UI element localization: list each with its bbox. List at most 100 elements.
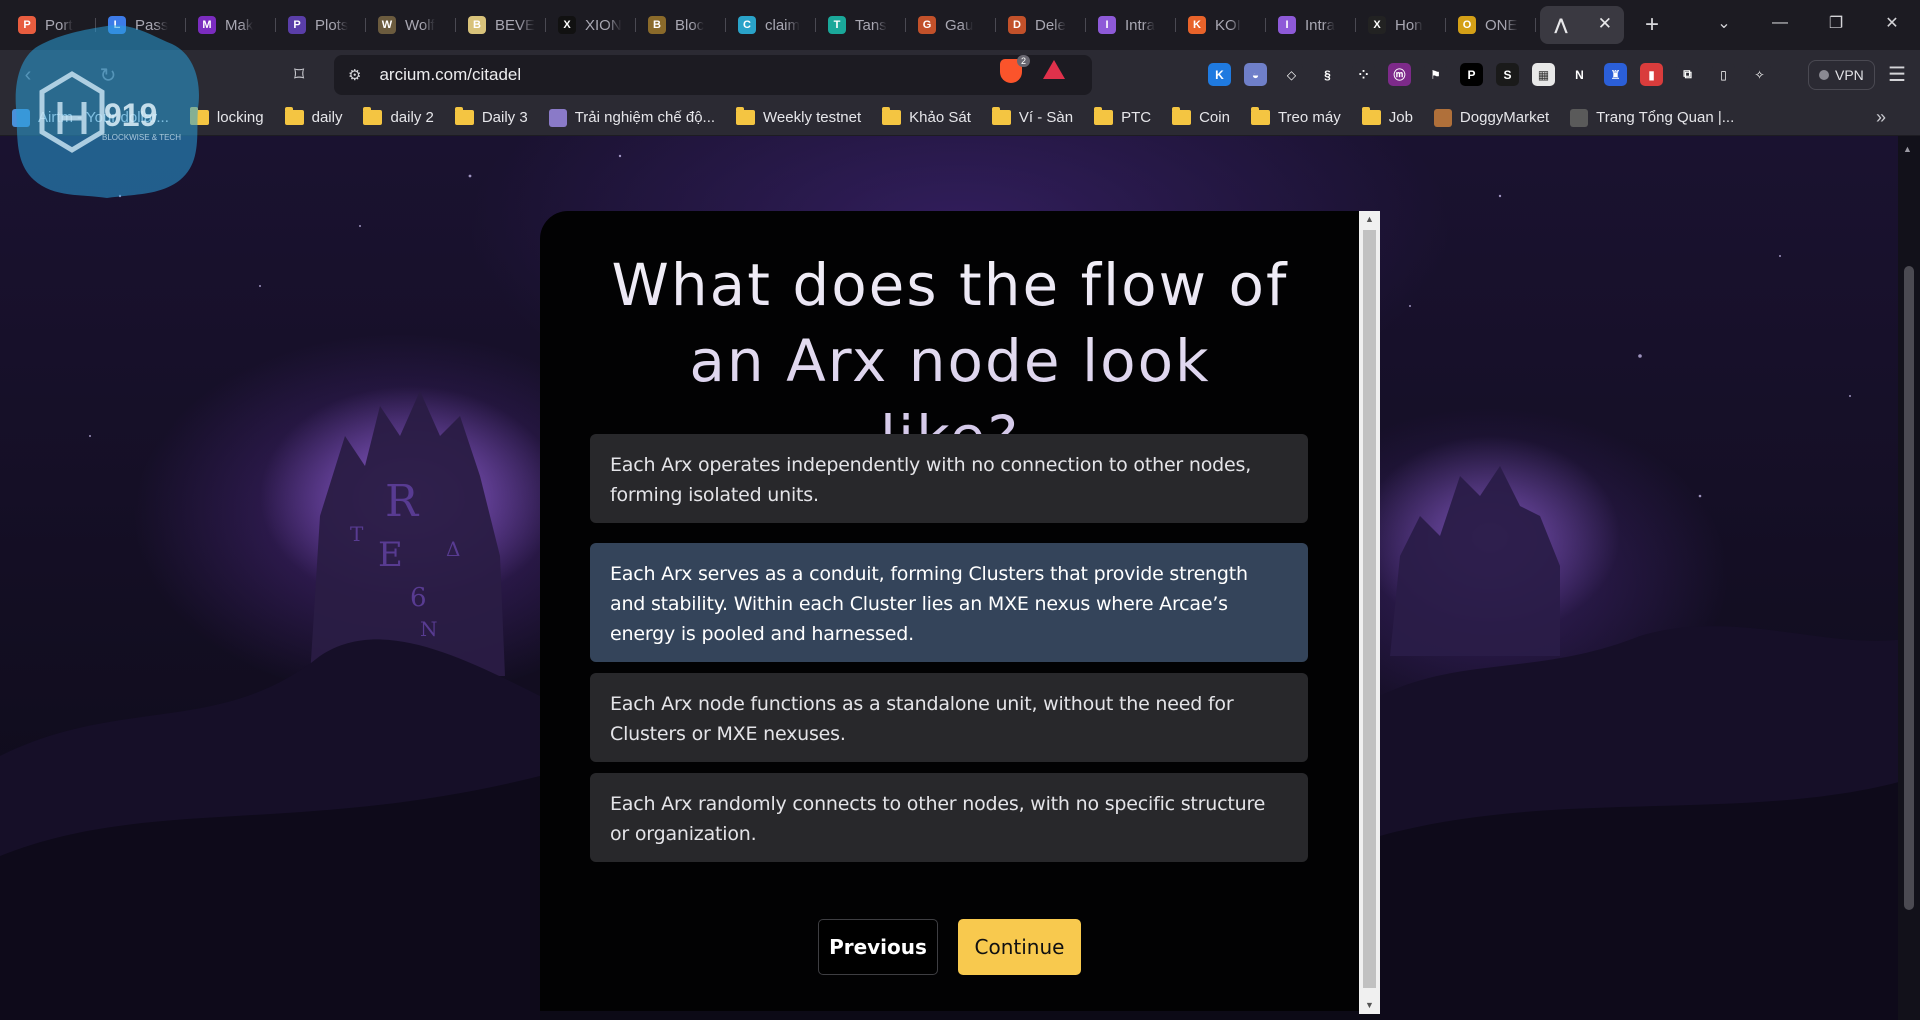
- extension-icon[interactable]: P: [1460, 63, 1483, 86]
- bookmarks-overflow-icon[interactable]: »: [1876, 107, 1886, 128]
- svg-text:Δ: Δ: [446, 537, 460, 561]
- card-scroll-thumb[interactable]: [1363, 230, 1376, 988]
- extension-icon[interactable]: §: [1316, 63, 1339, 86]
- bookmark-folder[interactable]: Coin: [1172, 107, 1230, 126]
- browser-tab[interactable]: W Wolf: [366, 7, 456, 43]
- extension-icons: K ◒ ◇ § ⁘ ⓜ ⚑ P S ▦ N ♜ ▮ ⧉ ▯ ✧: [1208, 63, 1771, 86]
- scroll-up-arrow-icon[interactable]: ▲: [1359, 211, 1380, 228]
- browser-tab[interactable]: X XION: [546, 7, 636, 43]
- browser-tab[interactable]: G Gau: [906, 7, 996, 43]
- browser-tab[interactable]: Cclaim: [726, 7, 816, 43]
- bookmark-link[interactable]: Trang Tổng Quan |...: [1570, 108, 1735, 127]
- svg-text:R: R: [385, 476, 420, 527]
- bookmark-link[interactable]: Trải nghiệm chế độ...: [548, 108, 716, 127]
- quiz-card: What does the flow of an Arx node look l…: [540, 211, 1380, 1011]
- browser-tab[interactable]: D Dele: [996, 7, 1086, 43]
- bookmark-label: Job: [1388, 109, 1413, 126]
- extension-icon[interactable]: ⓜ: [1388, 63, 1411, 86]
- site-favicon-icon: [1570, 108, 1589, 127]
- bookmark-folder[interactable]: Job: [1361, 107, 1413, 126]
- vpn-status-icon: [1819, 70, 1829, 80]
- vpn-button[interactable]: VPN: [1808, 60, 1875, 90]
- bookmark-link[interactable]: DoggyMarket: [1433, 108, 1550, 127]
- active-tab[interactable]: ⋀ ✕: [1540, 6, 1624, 44]
- tab-strip: P Port L Pass M Mak P Plots W Wolf B BEVE X XION B Bloc…: [0, 0, 1920, 50]
- tab-search-icon[interactable]: ⌄: [1696, 13, 1752, 33]
- answer-option-4[interactable]: Each Arx randomly connects to other node…: [590, 773, 1308, 862]
- new-tab-button[interactable]: +: [1632, 11, 1672, 39]
- bookmark-folder[interactable]: PTC: [1094, 107, 1151, 126]
- minimize-button[interactable]: —: [1752, 14, 1808, 32]
- page-scroll-up-icon[interactable]: ▲: [1903, 144, 1912, 154]
- extension-icon[interactable]: K: [1208, 63, 1231, 86]
- extension-icon[interactable]: ▯: [1712, 63, 1735, 86]
- watermark-number: 919: [104, 97, 157, 133]
- extension-icon[interactable]: ◒: [1244, 63, 1267, 86]
- bookmark-label: DoggyMarket: [1459, 109, 1550, 126]
- extension-icon[interactable]: ◇: [1280, 63, 1303, 86]
- extension-icon[interactable]: ✧: [1748, 63, 1771, 86]
- extension-icon[interactable]: S: [1496, 63, 1519, 86]
- brave-rewards-icon[interactable]: [1043, 60, 1065, 79]
- browser-tab[interactable]: I Intra: [1086, 7, 1176, 43]
- bookmark-label: Ví - Sàn: [1018, 109, 1074, 126]
- extension-icon[interactable]: ⚑: [1424, 63, 1447, 86]
- window-controls: ⌄ — ❐ ✕: [1696, 0, 1920, 46]
- tab-title: claim: [765, 16, 801, 34]
- bookmark-page-icon[interactable]: ⌑: [294, 62, 304, 87]
- extension-icon[interactable]: ⧉: [1676, 63, 1699, 86]
- menu-icon[interactable]: ☰: [1888, 62, 1906, 87]
- folder-icon: [284, 107, 304, 125]
- scroll-down-arrow-icon[interactable]: ▼: [1359, 997, 1380, 1014]
- restore-button[interactable]: ❐: [1808, 13, 1864, 33]
- watermark-logo: 919 BLOCKWISE & TECH: [15, 25, 199, 198]
- answer-option-1[interactable]: Each Arx operates independently with no …: [590, 434, 1308, 523]
- bookmark-folder[interactable]: Khảo Sát: [882, 107, 971, 126]
- browser-tab[interactable]: B Bloc: [636, 7, 726, 43]
- extension-icon[interactable]: ⁘: [1352, 63, 1375, 86]
- page-scrollbar[interactable]: ▲: [1898, 136, 1920, 1020]
- browser-tab[interactable]: T Tans: [816, 7, 906, 43]
- tab-title: Plots: [315, 16, 349, 34]
- bookmark-folder[interactable]: daily: [284, 107, 342, 126]
- browser-tab[interactable]: X Hon: [1356, 7, 1446, 43]
- svg-text:T: T: [350, 522, 364, 546]
- extension-icon[interactable]: N: [1568, 63, 1591, 86]
- browser-tab[interactable]: K KOI: [1176, 7, 1266, 43]
- bookmark-folder[interactable]: Daily 3: [454, 107, 528, 126]
- bookmark-label: Trang Tổng Quan |...: [1596, 109, 1735, 126]
- extension-icon[interactable]: ♜: [1604, 63, 1627, 86]
- extension-icon[interactable]: ▦: [1532, 63, 1555, 86]
- browser-tab[interactable]: O ONE: [1446, 7, 1536, 43]
- close-tab-icon[interactable]: ✕: [1598, 14, 1612, 34]
- site-settings-icon[interactable]: ⚙: [348, 66, 361, 84]
- brave-shields-icon[interactable]: 2: [1000, 55, 1030, 83]
- bookmark-folder[interactable]: Weekly testnet: [736, 107, 861, 126]
- bookmark-folder[interactable]: Treo máy: [1250, 107, 1341, 126]
- bookmark-folder[interactable]: Ví - Sàn: [991, 107, 1074, 126]
- page-scroll-thumb[interactable]: [1904, 266, 1914, 910]
- svg-text:6: 6: [410, 583, 427, 613]
- address-bar[interactable]: ⚙ arcium.com/citadel ⇪: [334, 55, 1092, 95]
- page-content: R E 6 T Δ N What does the flow of an Arx…: [0, 136, 1920, 1020]
- card-scrollbar[interactable]: ▲ ▼: [1359, 211, 1380, 1014]
- browser-tab[interactable]: I Intra: [1266, 7, 1356, 43]
- folder-icon: [1094, 107, 1114, 125]
- browser-tab[interactable]: B BEVE: [456, 7, 546, 43]
- answer-option-3[interactable]: Each Arx node functions as a standalone …: [590, 673, 1308, 762]
- extension-icon[interactable]: ▮: [1640, 63, 1663, 86]
- tab-title: ONE: [1485, 16, 1518, 34]
- folder-icon: [1172, 107, 1192, 125]
- url-text[interactable]: arcium.com/citadel: [379, 65, 521, 85]
- browser-tab[interactable]: P Plots: [276, 7, 366, 43]
- answer-option-2-selected[interactable]: Each Arx serves as a conduit, forming Cl…: [590, 543, 1308, 662]
- tab-favicon-icon: X: [558, 16, 576, 34]
- tab-favicon-icon: I: [1098, 16, 1116, 34]
- bookmark-folder[interactable]: daily 2: [363, 107, 434, 126]
- continue-button[interactable]: Continue: [958, 919, 1081, 975]
- previous-button[interactable]: Previous: [818, 919, 938, 975]
- tab-list: P Port L Pass M Mak P Plots W Wolf B BEVE X XION B Bloc…: [0, 0, 1672, 50]
- tab-title: Intra: [1125, 16, 1156, 34]
- close-window-button[interactable]: ✕: [1864, 13, 1920, 33]
- bookmark-label: Trải nghiệm chế độ...: [574, 109, 716, 126]
